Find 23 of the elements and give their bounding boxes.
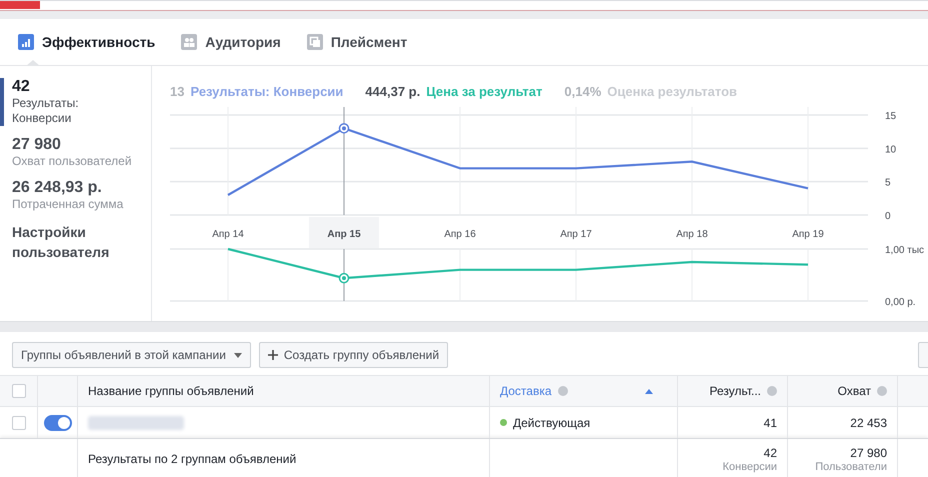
- axis-tick-label: 5: [885, 178, 891, 189]
- metric-label: Результаты: Конверсии: [12, 96, 80, 126]
- axis-tick-label: 15: [885, 111, 896, 122]
- metric-label: Потраченная сумма: [12, 197, 124, 212]
- date-label: Апр 15: [327, 229, 361, 240]
- reach-total: 27 980: [850, 446, 887, 460]
- axis-tick-label: 0,00 р.: [885, 297, 916, 308]
- axis-tick-label: 10: [885, 144, 896, 156]
- summary-label: Результаты по 2 группам объявлений: [88, 452, 296, 466]
- reach-unit: Пользователи: [815, 460, 887, 472]
- date-label: Апр 17: [560, 229, 592, 240]
- reach-value: 22 453: [850, 416, 887, 430]
- axis-tick-label: 1,00 тыс: [885, 245, 924, 256]
- results-unit: Конверсии: [722, 460, 777, 472]
- results-value: 41: [764, 416, 777, 430]
- date-label: Апр 14: [212, 229, 244, 240]
- axis-tick-label: 0: [885, 211, 891, 222]
- date-label: Апр 16: [444, 229, 476, 240]
- date-label: Апр 18: [676, 229, 708, 240]
- results-total: 42: [764, 446, 777, 460]
- delivery-status: Действующая: [513, 416, 590, 430]
- metric-label: Охват пользователей: [12, 154, 132, 169]
- date-label: Апр 19: [792, 229, 824, 240]
